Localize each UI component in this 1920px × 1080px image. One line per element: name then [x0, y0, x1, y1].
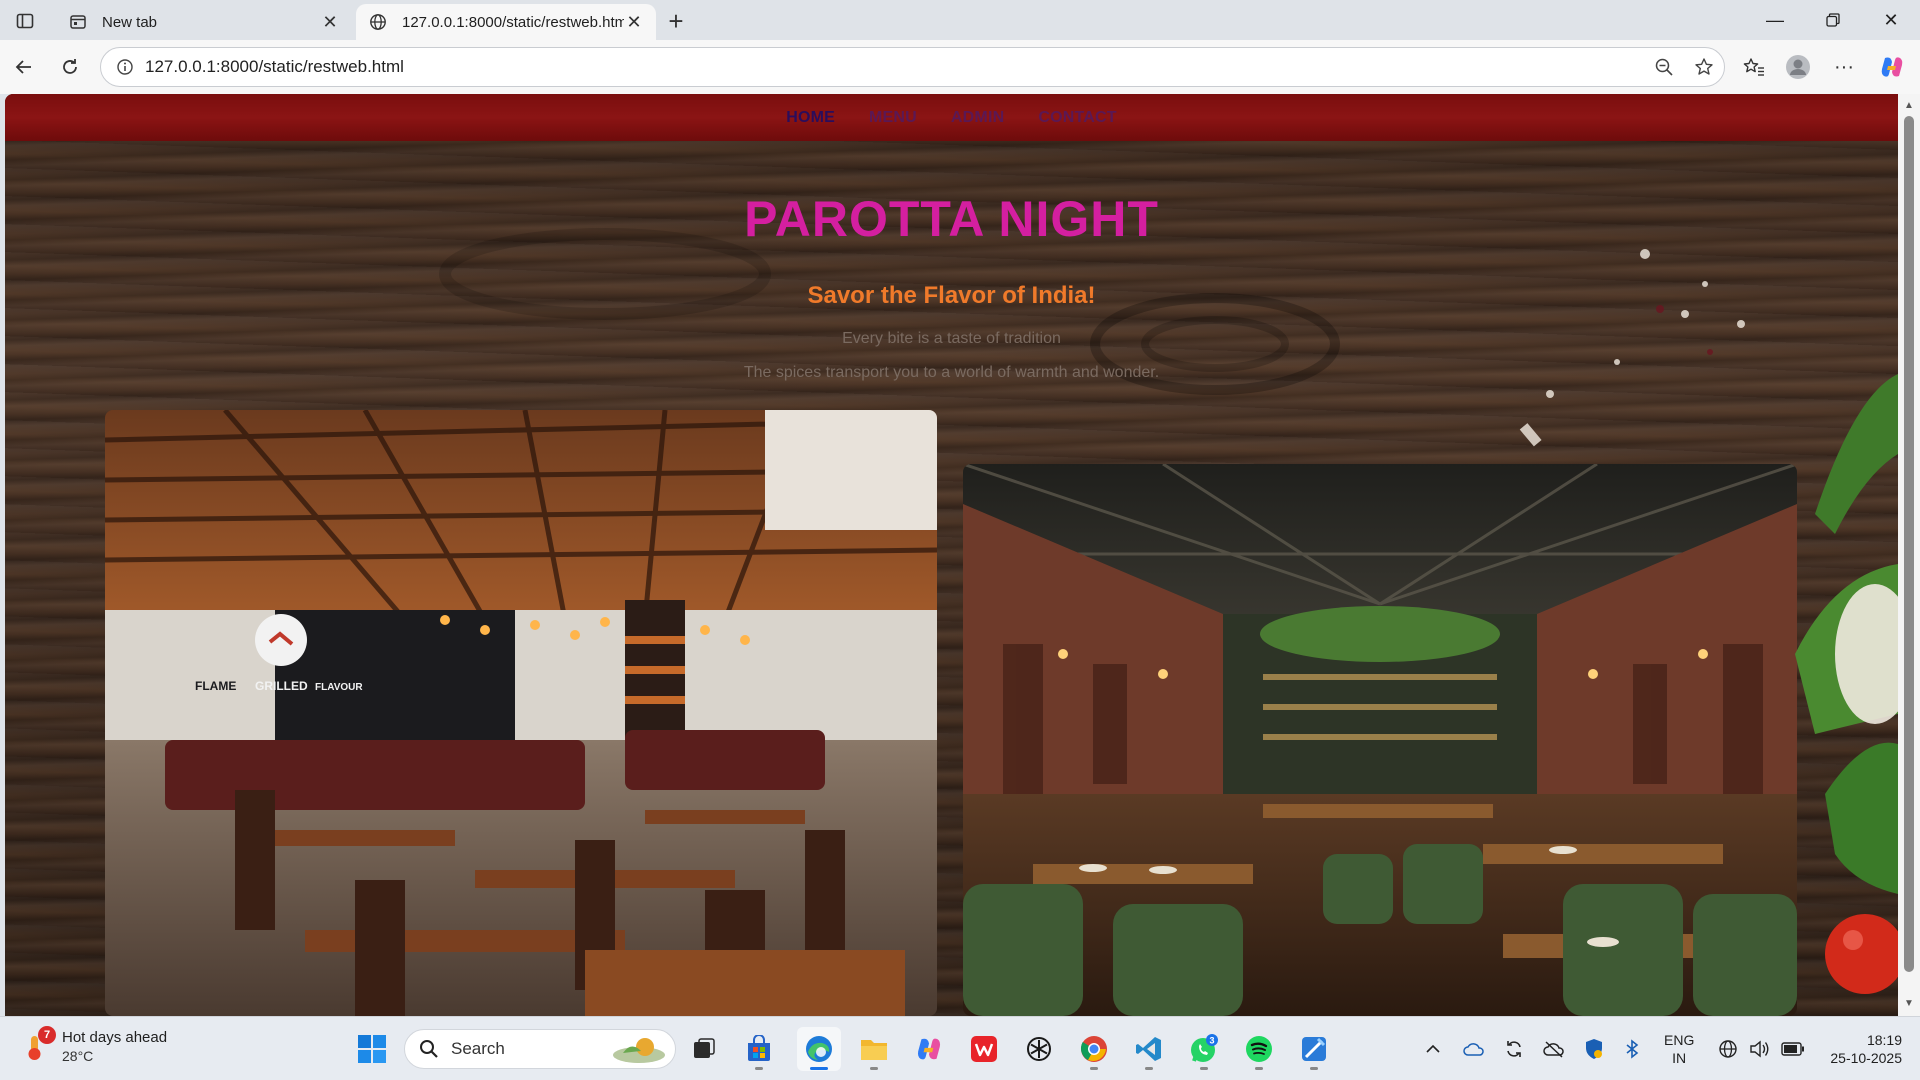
- site-info-icon[interactable]: [105, 47, 145, 87]
- tab-restweb[interactable]: 127.0.0.1:8000/static/restweb.html ✕: [356, 4, 656, 40]
- thermometer-icon: 7: [22, 1025, 56, 1062]
- sidebar-icon: [16, 13, 34, 29]
- language-indicator[interactable]: ENG IN: [1664, 1031, 1694, 1067]
- bluetooth-icon[interactable]: [1620, 1027, 1644, 1071]
- close-window-icon[interactable]: ✕: [1862, 0, 1920, 40]
- file-explorer-icon[interactable]: [852, 1027, 896, 1071]
- cloud-off-icon[interactable]: [1540, 1027, 1568, 1071]
- scroll-down-arrow-icon[interactable]: ▼: [1903, 998, 1915, 1010]
- scroll-up-arrow-icon[interactable]: ▲: [1903, 100, 1915, 112]
- system-clock[interactable]: 18:19 25-10-2025: [1818, 1031, 1902, 1067]
- clock-time: 18:19: [1866, 1032, 1902, 1048]
- favorite-star-icon[interactable]: [1684, 47, 1724, 87]
- restore-icon[interactable]: [1804, 0, 1862, 40]
- sign-text-grilled: GRILLED: [255, 679, 308, 693]
- close-tab-icon[interactable]: ✕: [320, 12, 340, 32]
- weather-headline: Hot days ahead: [62, 1029, 168, 1046]
- chrome-icon[interactable]: [1072, 1027, 1116, 1071]
- tagline: Savor the Flavor of India!: [807, 282, 1096, 309]
- page-scrollbar[interactable]: ▲ ▼: [1898, 94, 1920, 1016]
- globe-icon: [368, 12, 388, 32]
- sync-icon[interactable]: [1500, 1027, 1528, 1071]
- nav-home-link[interactable]: HOME: [786, 109, 835, 127]
- copilot-app-icon[interactable]: [907, 1027, 951, 1071]
- page-title: PAROTTA NIGHT: [744, 191, 1159, 247]
- search-label: Search: [451, 1039, 505, 1058]
- nav-admin-link[interactable]: ADMIN: [951, 109, 1004, 127]
- nav-menu-link[interactable]: MENU: [869, 109, 917, 127]
- tab-actions-menu-button[interactable]: [10, 8, 40, 34]
- sign-text-flame: FLAME: [195, 679, 236, 693]
- region-code: IN: [1672, 1050, 1687, 1066]
- site-navbar: HOME MENU ADMIN CONTACT: [5, 94, 1898, 141]
- onedrive-icon[interactable]: [1460, 1027, 1488, 1071]
- search-highlight-icon: [613, 1038, 665, 1063]
- windows-taskbar: 7 Hot days ahead 28°C Search 3 ENG IN 18…: [0, 1016, 1920, 1080]
- whatsapp-icon[interactable]: 3: [1182, 1027, 1226, 1071]
- subtitle-line-2: The spices transport you to a world of w…: [743, 364, 1160, 381]
- minimize-icon[interactable]: —: [1746, 0, 1804, 40]
- search-icon: [420, 1040, 438, 1058]
- chatgpt-icon[interactable]: [1017, 1027, 1061, 1071]
- close-tab-icon[interactable]: ✕: [624, 12, 644, 32]
- zoom-out-icon[interactable]: [1644, 47, 1684, 87]
- sign-text-flavour: FLAVOUR: [315, 682, 363, 693]
- address-bar[interactable]: 127.0.0.1:8000/static/restweb.html: [100, 47, 1725, 87]
- windows-start-icon[interactable]: [350, 1027, 394, 1071]
- battery-icon[interactable]: [1778, 1027, 1808, 1071]
- more-options-icon[interactable]: ···: [1826, 50, 1862, 84]
- back-icon[interactable]: [6, 50, 42, 84]
- browser-toolbar: 127.0.0.1:8000/static/restweb.html ···: [0, 40, 1920, 94]
- weather-alert-badge: 7: [38, 1025, 56, 1044]
- url-text[interactable]: 127.0.0.1:8000/static/restweb.html: [145, 57, 1644, 77]
- edge-browser-icon[interactable]: [797, 1027, 841, 1071]
- security-shield-icon[interactable]: [1580, 1027, 1608, 1071]
- tab-strip: New tab ✕ 127.0.0.1:8000/static/restweb.…: [0, 0, 1920, 40]
- taskbar-search[interactable]: Search: [404, 1029, 676, 1069]
- weather-widget[interactable]: 7 Hot days ahead 28°C: [22, 1025, 168, 1064]
- new-tab-icon: [68, 12, 88, 32]
- restaurant-photo-1: FLAME GRILLED FLAVOUR: [105, 410, 937, 1016]
- copilot-icon[interactable]: [1874, 50, 1910, 84]
- restaurant-photo-2: [963, 464, 1797, 1016]
- clock-date: 25-10-2025: [1830, 1050, 1902, 1066]
- show-hidden-icons-chevron-icon[interactable]: [1420, 1027, 1446, 1071]
- tab-new-tab[interactable]: New tab ✕: [56, 4, 352, 40]
- page-viewport: HOME MENU ADMIN CONTACT PAROTTA NIGHT Sa…: [5, 94, 1898, 1016]
- volume-icon[interactable]: [1746, 1027, 1774, 1071]
- tab-title: New tab: [102, 13, 158, 31]
- profile-avatar-icon[interactable]: [1780, 50, 1816, 84]
- scrollbar-thumb[interactable]: [1904, 116, 1914, 972]
- network-globe-icon[interactable]: [1714, 1027, 1742, 1071]
- spotify-icon[interactable]: [1237, 1027, 1281, 1071]
- subtitle-line-1: Every bite is a taste of tradition: [842, 330, 1061, 347]
- refresh-icon[interactable]: [52, 50, 88, 84]
- wps-office-icon[interactable]: [962, 1027, 1006, 1071]
- photos-editor-icon[interactable]: [1292, 1027, 1336, 1071]
- whatsapp-badge: 3: [1209, 1036, 1214, 1046]
- tab-title: 127.0.0.1:8000/static/restweb.html: [402, 13, 624, 31]
- new-tab-button[interactable]: +: [660, 6, 692, 36]
- weather-temperature: 28°C: [62, 1048, 94, 1064]
- microsoft-store-icon[interactable]: [737, 1027, 781, 1071]
- nav-contact-link[interactable]: CONTACT: [1038, 109, 1116, 127]
- language-code: ENG: [1664, 1032, 1695, 1048]
- favorites-icon[interactable]: [1736, 50, 1772, 84]
- task-view-icon[interactable]: [682, 1027, 726, 1071]
- vscode-icon[interactable]: [1127, 1027, 1171, 1071]
- herbs-decoration: [1795, 374, 1898, 994]
